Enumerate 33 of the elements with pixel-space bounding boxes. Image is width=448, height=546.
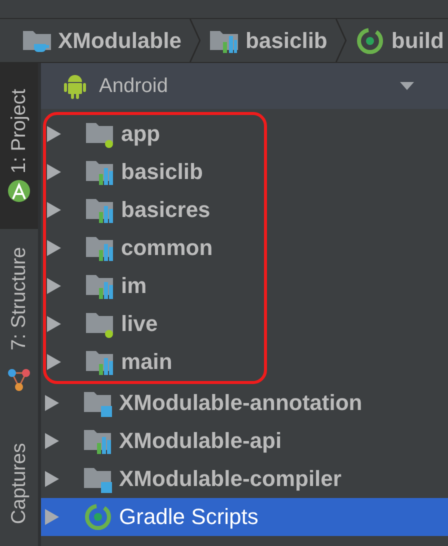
expand-arrow-icon[interactable] <box>47 202 61 218</box>
tree-item[interactable]: XModulable-annotation <box>41 384 448 422</box>
caret-icon[interactable] <box>400 82 414 90</box>
tree-item[interactable]: im <box>46 267 264 305</box>
expand-arrow-icon[interactable] <box>47 354 61 370</box>
breadcrumb-item[interactable]: XModulable <box>18 26 186 56</box>
android-icon <box>63 72 87 100</box>
android-studio-icon <box>7 179 31 204</box>
side-tab[interactable]: 1: Project <box>0 63 38 229</box>
expand-arrow-icon[interactable] <box>47 164 61 180</box>
expand-arrow-icon[interactable] <box>45 471 59 487</box>
side-tab[interactable]: Captures <box>0 397 38 539</box>
breadcrumb-item[interactable]: basiclib <box>205 26 332 56</box>
expand-arrow-icon[interactable] <box>45 395 59 411</box>
expand-arrow-icon[interactable] <box>47 240 61 256</box>
expand-arrow-icon[interactable] <box>45 433 59 449</box>
side-tab[interactable]: 7: Structure <box>0 243 38 364</box>
tree-item[interactable]: app <box>46 115 264 153</box>
expand-arrow-icon[interactable] <box>47 316 61 332</box>
tree-item[interactable]: XModulable-compiler <box>41 460 448 498</box>
tree-item[interactable]: main <box>46 343 264 381</box>
expand-arrow-icon[interactable] <box>47 278 61 294</box>
tree-item[interactable]: common <box>46 229 264 267</box>
tree-item[interactable]: XModulable-api <box>41 422 448 460</box>
graph-nodes-icon <box>7 368 31 392</box>
tree-item[interactable]: live <box>46 305 264 343</box>
tree-item[interactable]: Gradle Scripts <box>41 498 448 536</box>
breadcrumb-item[interactable]: build <box>351 26 448 56</box>
gradle-icon <box>83 502 113 532</box>
tree-item[interactable]: basiclib <box>46 153 264 191</box>
tree-item[interactable]: basicres <box>46 191 264 229</box>
expand-arrow-icon[interactable] <box>47 126 61 142</box>
gradle-icon <box>355 26 386 56</box>
